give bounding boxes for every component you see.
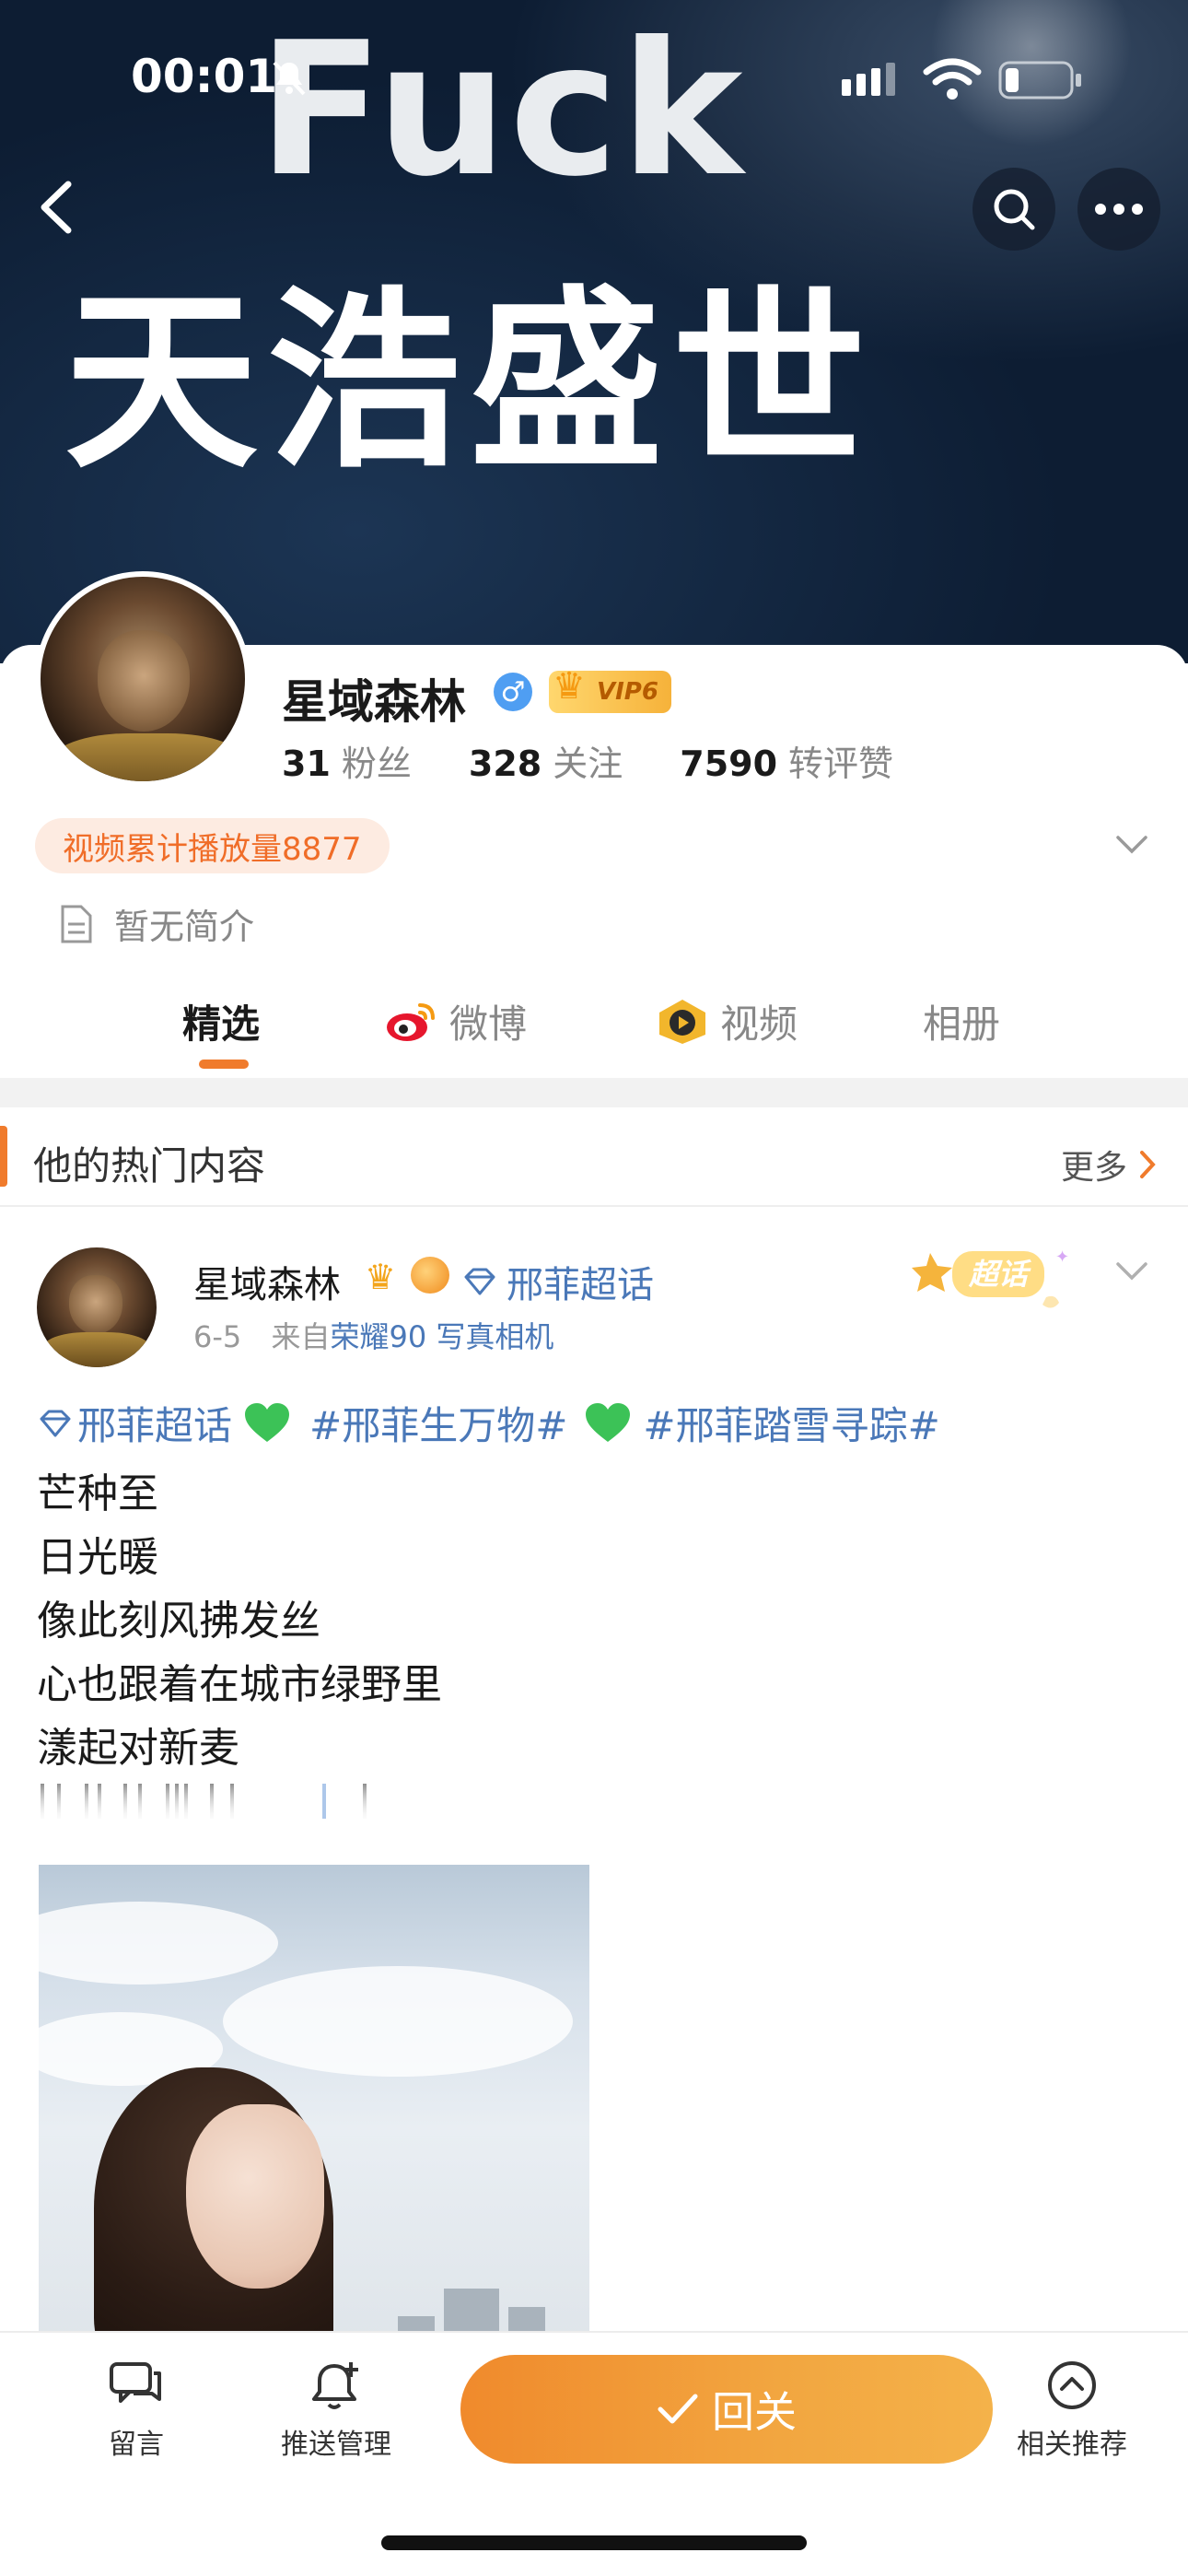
post-meta: 6-5 来自荣耀90 写真相机 [193,1314,553,1356]
tag-super-topic[interactable]: 邢菲超话 [77,1395,232,1451]
section-accent-bar [0,1126,7,1187]
tag-hashtag-1[interactable]: #邢菲生万物# [309,1395,567,1451]
more-button[interactable] [1077,168,1160,251]
post-text-line: 像此刻风拂发丝 [37,1598,320,1645]
active-tab-indicator [199,1060,249,1069]
search-button[interactable] [973,168,1055,251]
post-text-line: 漾起对新麦 [37,1725,239,1772]
home-indicator [381,2535,807,2550]
crown-icon: ♛ [553,665,586,708]
super-topic-badge-label: 超话 [968,1257,1031,1292]
diamond-icon [40,1410,71,1436]
back-button[interactable] [28,175,83,240]
tab-weibo[interactable]: 微博 [383,993,527,1049]
chevron-down-icon[interactable] [1114,834,1149,860]
push-management-button[interactable]: 推送管理 [272,2359,401,2462]
super-topic-badge[interactable]: 超话 ✦ [908,1235,1083,1317]
post-photo[interactable] [39,1865,589,2344]
play-count-badge[interactable]: 视频累计播放量8877 [35,818,390,873]
hot-content-title: 他的热门内容 [33,1143,266,1188]
status-time: 00:01 [131,50,278,103]
post-date: 6-5 [193,1319,242,1354]
post-topic-link[interactable]: 邢菲超话 [462,1255,654,1308]
battery-icon [998,61,1083,103]
follow-back-button[interactable]: 回关 [460,2355,993,2464]
vip-badge[interactable]: ♛ VIP6 [549,665,671,713]
related-recommend-button[interactable]: 相关推荐 [1007,2359,1136,2462]
chevron-up-circle-icon [1048,2361,1096,2409]
mute-icon [269,57,309,101]
post-source-prefix: 来自 [271,1319,331,1354]
male-gender-icon: ♂ [494,673,532,711]
tab-album[interactable]: 相册 [923,993,1000,1049]
bio-text: 暂无简介 [114,907,255,947]
post-author-name[interactable]: 星域森林 [193,1255,341,1308]
tab-featured[interactable]: 精选 [182,993,260,1049]
post-text-line: 日光暖 [37,1534,158,1581]
avatar[interactable] [35,571,250,787]
bio: 暂无简介 [57,898,254,949]
svg-text:✦: ✦ [1055,1247,1069,1267]
post-tags: 邢菲超话 #邢菲生万物# #邢菲踏雪寻踪# [37,1395,940,1451]
stat-interactions[interactable]: 7590 转评赞 [680,735,893,786]
weibo-icon [387,1002,435,1041]
fan-badge-icon [411,1257,449,1294]
more-link[interactable]: 更多 [1061,1141,1159,1188]
profile-stats: 31 粉丝 328 关注 7590 转评赞 [282,735,950,786]
username: 星域森林 [282,675,466,729]
check-icon [658,2394,698,2424]
green-heart-icon [584,1401,632,1446]
green-heart-icon [243,1401,291,1446]
banner-text-line2: 天浩盛世 [64,269,876,495]
bell-plus-icon [312,2362,358,2409]
chevron-right-icon [1140,1151,1156,1178]
post-author-avatar[interactable] [37,1247,157,1367]
comment-button[interactable]: 留言 [72,2359,201,2462]
section-divider [0,1078,1188,1107]
wifi-icon [923,57,982,105]
stat-following[interactable]: 328 关注 [469,735,623,786]
document-icon [61,905,92,943]
search-icon [994,189,1035,230]
post-text-line: 心也跟着在城市绿野里 [37,1661,442,1708]
cellular-signal-icon [842,63,906,103]
crown-icon: ♛ [365,1257,397,1297]
post-text-line: 芒种至 [37,1470,158,1517]
stat-followers[interactable]: 31 粉丝 [282,735,412,786]
message-icon [110,2362,161,2403]
more-icon [1095,204,1143,215]
post-source[interactable]: 荣耀90 写真相机 [330,1319,553,1354]
banner-text-line1: Fuck [258,3,745,217]
tag-hashtag-2[interactable]: #邢菲踏雪寻踪# [643,1395,939,1451]
tab-video[interactable]: 视频 [656,993,798,1049]
video-icon [659,999,705,1044]
diamond-icon [464,1268,495,1295]
truncated-text-fade [37,1778,387,1824]
vip-label: VIP6 [597,678,658,706]
chevron-down-icon[interactable] [1114,1260,1149,1286]
